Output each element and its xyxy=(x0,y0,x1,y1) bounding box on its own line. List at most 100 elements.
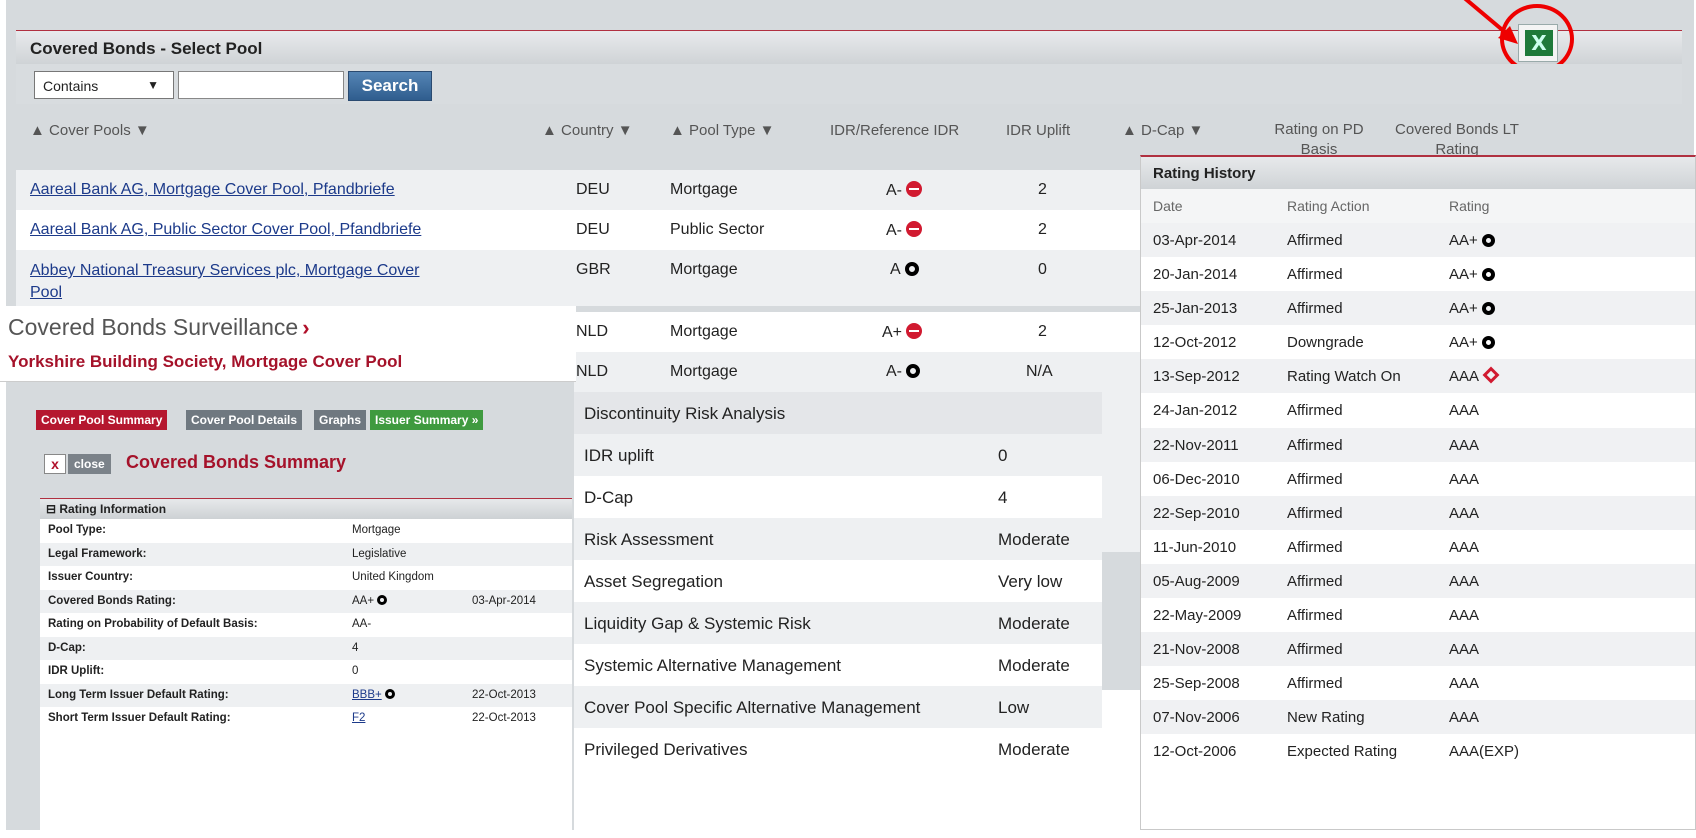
country-cell: NLD xyxy=(576,323,609,340)
col-country[interactable]: ▲ Country ▼ xyxy=(542,122,633,139)
chevron-right-icon[interactable]: › xyxy=(302,315,309,340)
history-rating: AAA xyxy=(1449,471,1479,488)
history-rating-value: AAA xyxy=(1449,675,1480,693)
history-action: Affirmed xyxy=(1287,266,1343,284)
tab-issuer-summary[interactable]: Issuer Summary » xyxy=(370,410,484,430)
tab-graphs[interactable]: Graphs xyxy=(314,410,367,430)
pool-name: Yorkshire Building Society, Mortgage Cov… xyxy=(8,352,403,371)
rating-link[interactable]: F2 xyxy=(352,712,365,724)
discontinuity-row: D-Cap 4 xyxy=(574,476,1102,518)
table-row: Aareal Bank AG, Public Sector Cover Pool… xyxy=(16,210,1140,250)
history-date: 03-Apr-2014 xyxy=(1153,232,1237,249)
history-date: 20-Jan-2014 xyxy=(1153,266,1238,284)
rating-info-label: Long Term Issuer Default Rating: xyxy=(48,688,229,701)
rating-information: ⊟ Rating Information Pool Type: Mortgage L… xyxy=(40,498,572,838)
col-dcap[interactable]: ▲ D-Cap ▼ xyxy=(1122,122,1203,139)
history-rating: AA+ xyxy=(1449,266,1495,283)
rating-value-text: AA+ xyxy=(352,594,375,607)
pool-link[interactable]: Aareal Bank AG, Public Sector Cover Pool… xyxy=(30,221,421,238)
history-action: Downgrade xyxy=(1287,334,1364,352)
col-cover-pools[interactable]: ▲ Cover Pools ▼ xyxy=(30,122,150,139)
surveillance-header: Covered Bonds Surveillance › Yorkshire Bu… xyxy=(0,306,576,382)
rating-info-value[interactable]: F2 xyxy=(352,712,365,724)
rating-info-label: Issuer Country: xyxy=(48,571,133,583)
history-date: 22-May-2009 xyxy=(1153,607,1242,625)
tab-cover-pool-details[interactable]: Cover Pool Details xyxy=(186,410,303,430)
history-action: Affirmed xyxy=(1287,504,1343,522)
pool-link-cont[interactable]: Pool xyxy=(30,284,62,301)
rating-info-value: AA+ xyxy=(352,594,388,607)
history-rating: AAA(EXP) xyxy=(1449,743,1519,760)
history-rating-value: AA+ xyxy=(1449,300,1478,318)
rating-info-row: Rating on Probability of Default Basis: A… xyxy=(40,613,572,637)
discontinuity-panel: Discontinuity Risk Analysis IDR uplift 0 D-… xyxy=(574,392,1102,770)
country-cell: DEU xyxy=(576,181,610,198)
search-row: Contains ▼ Search xyxy=(16,64,1682,104)
close-button[interactable]: close xyxy=(68,454,111,474)
rating-info-label: Pool Type: xyxy=(48,524,106,536)
close-icon[interactable]: x xyxy=(44,454,66,474)
rating-info-date: 03-Apr-2014 xyxy=(472,594,536,607)
summary-title: Covered Bonds Summary xyxy=(126,452,347,472)
discontinuity-value: 4 xyxy=(998,488,1008,507)
history-action: Expected Rating xyxy=(1287,743,1398,761)
search-button[interactable]: Search xyxy=(348,71,432,101)
rating-watch-icon xyxy=(1482,366,1500,384)
rating-info-label: Covered Bonds Rating: xyxy=(48,594,176,607)
history-rating-value: AA+ xyxy=(1449,334,1478,352)
history-rating-value: AAA xyxy=(1449,538,1480,556)
history-rating-value: AAA xyxy=(1449,368,1480,386)
stable-outlook-icon xyxy=(1481,302,1495,316)
rating-history-row: 07-Nov-2006 New Rating AAA xyxy=(1141,700,1695,735)
rating-history-row: 22-Nov-2011 Affirmed AAA xyxy=(1141,427,1695,462)
discontinuity-label: IDR uplift xyxy=(584,446,654,465)
rating-info-value: Legislative xyxy=(352,548,406,560)
discontinuity-row: Risk Assessment Moderate xyxy=(574,518,1102,560)
pool-type-cell: Mortgage xyxy=(670,323,738,340)
discontinuity-row: Cover Pool Specific Alternative Manageme… xyxy=(574,686,1102,728)
rating-info-row: Covered Bonds Rating: AA+ 03-Apr-2014 xyxy=(40,589,572,613)
stable-outlook-icon xyxy=(1481,234,1495,247)
pool-link[interactable]: Aareal Bank AG, Mortgage Cover Pool, Pfa… xyxy=(30,181,395,198)
col-pool-type[interactable]: ▲ Pool Type ▼ xyxy=(670,122,774,139)
history-date: 05-Aug-2009 xyxy=(1153,572,1240,590)
rating-info-value: AA- xyxy=(352,618,371,630)
col-idr-uplift: IDR Uplift xyxy=(1006,122,1071,139)
idr-value: A- xyxy=(886,182,902,199)
rating-history-columns: Date Rating Action Rating xyxy=(1141,189,1695,223)
rating-info-row: Pool Type: Mortgage xyxy=(40,519,572,543)
history-date: 13-Sep-2012 xyxy=(1153,368,1240,386)
discontinuity-label: Systemic Alternative Management xyxy=(584,656,842,675)
idr-value: A+ xyxy=(882,324,903,341)
discontinuity-value: Moderate xyxy=(998,740,1070,759)
discontinuity-value: 0 xyxy=(998,446,1008,465)
history-rating-value: AAA xyxy=(1449,436,1480,454)
rating-info-header[interactable]: ⊟ Rating Information xyxy=(40,499,572,519)
tab-cover-pool-summary[interactable]: Cover Pool Summary xyxy=(36,410,168,430)
rating-link[interactable]: BBB+ xyxy=(352,689,382,701)
rating-history-row: 12-Oct-2012 Downgrade AA+ xyxy=(1141,325,1695,359)
rating-info-body: Pool Type: Mortgage Legal Framework: Legisl… xyxy=(40,519,572,731)
history-rating-value: AA+ xyxy=(1449,266,1478,284)
pool-type-cell: Public Sector xyxy=(670,221,765,238)
discontinuity-label: Risk Assessment xyxy=(584,530,714,549)
history-date: 25-Jan-2013 xyxy=(1153,300,1238,318)
history-date: 11-Jun-2010 xyxy=(1153,538,1237,556)
pool-type-cell: Mortgage xyxy=(670,181,738,198)
rating-info-value: 0 xyxy=(352,665,358,677)
history-rating: AAA xyxy=(1449,573,1479,590)
pool-link[interactable]: Abbey National Treasury Services plc, Mo… xyxy=(30,262,420,279)
rating-value-text: 0 xyxy=(352,665,359,677)
rating-history-row: 22-May-2009 Affirmed AAA xyxy=(1141,598,1695,632)
history-rating-value: AAA xyxy=(1449,470,1480,488)
discontinuity-label: Liquidity Gap & Systemic Risk xyxy=(584,614,811,633)
search-input[interactable] xyxy=(178,71,344,99)
stable-outlook-icon xyxy=(906,364,920,378)
discontinuity-label: Asset Segregation xyxy=(584,572,723,591)
filter-select[interactable]: Contains ▼ xyxy=(34,71,174,99)
history-rating: AAA xyxy=(1449,366,1500,386)
rating-history-row: 03-Apr-2014 Affirmed AA+ xyxy=(1141,223,1695,258)
history-date: 25-Sep-2008 xyxy=(1153,675,1240,693)
rating-info-value[interactable]: BBB+ xyxy=(352,688,395,701)
col-idr: IDR/Reference IDR xyxy=(830,122,960,139)
